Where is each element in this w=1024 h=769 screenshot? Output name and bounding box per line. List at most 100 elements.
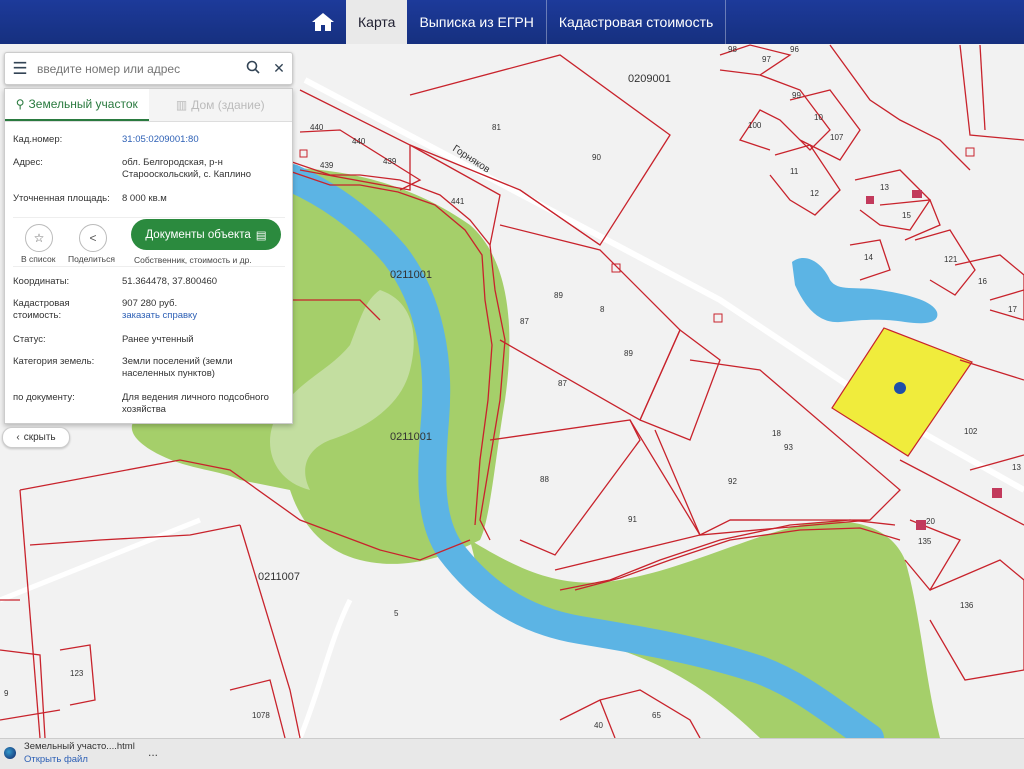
status-row: Статус: Ранее учтенный <box>13 334 285 348</box>
cadastral-cost-row: Кадастровая стоимость: 907 280 руб. зака… <box>13 298 285 324</box>
main-nav: Карта Выписка из ЕГРН Кадастровая стоимо… <box>300 0 727 44</box>
hide-label: скрыть <box>23 432 56 443</box>
parcel-label: 20 <box>926 517 935 526</box>
search-icon[interactable] <box>240 60 266 77</box>
share-icon: < <box>89 231 97 245</box>
parcel-label: 96 <box>790 45 799 54</box>
quarter-label-0211007: 0211007 <box>258 571 300 583</box>
order-certificate-link[interactable]: заказать справку <box>122 310 287 322</box>
parcel-label: 92 <box>728 477 737 486</box>
location-marker[interactable] <box>894 382 906 394</box>
parcel-label: 12 <box>810 189 819 198</box>
star-icon: ☆ <box>33 231 45 245</box>
area-value: 8 000 кв.м <box>122 193 167 204</box>
download-file-name: Земельный участо....html <box>24 741 135 752</box>
parcel-label: 93 <box>784 443 793 452</box>
parcel-label: 88 <box>540 475 549 484</box>
map-pin-icon: ⚲ <box>15 97 25 111</box>
more-options-icon[interactable]: ... <box>148 745 158 759</box>
status-value: Ранее учтенный <box>122 334 194 345</box>
land-category-value: Земли поселений (земли населенных пункто… <box>122 356 233 379</box>
parcel-label: 123 <box>70 669 84 678</box>
permitted-use-row: по документу: Для ведения личного подсоб… <box>13 392 285 418</box>
parcel-label: 13 <box>880 183 889 192</box>
area-row: Уточненная площадь: 8 000 кв.м <box>13 193 285 207</box>
field-label: Кадастровая стоимость: <box>13 298 70 321</box>
parcel-label: 102 <box>964 427 978 436</box>
docs-button-label: Документы объекта <box>145 228 251 241</box>
land-category-row: Категория земель: Земли поселений (земли… <box>13 356 285 382</box>
cadastral-number-row: Кад.номер: 31:05:0209001:80 <box>13 134 285 148</box>
parcel-label: 18 <box>772 429 781 438</box>
search-bar: ☰ ✕ <box>4 52 293 85</box>
tab-building[interactable]: ▥ Дом (здание) <box>148 89 292 121</box>
chevron-left-icon: ‹ <box>16 432 20 443</box>
parcel-label: 65 <box>652 711 661 720</box>
tab-cadastral-value[interactable]: Кадастровая стоимость <box>547 0 727 44</box>
parcel-label: 10 <box>814 113 823 122</box>
parcel-label: 439 <box>320 161 334 170</box>
cadastral-number-value[interactable]: 31:05:0209001:80 <box>122 134 287 146</box>
tab-egrn-extract[interactable]: Выписка из ЕГРН <box>407 0 547 44</box>
parcel-label: 40 <box>594 721 603 730</box>
parcel-label: 5 <box>394 609 399 618</box>
parcel-label: 100 <box>748 121 762 130</box>
share-button[interactable]: < <box>79 224 107 252</box>
parcel-label: 1078 <box>252 711 270 720</box>
top-navigation-bar: Карта Выписка из ЕГРН Кадастровая стоимо… <box>0 0 1024 44</box>
download-item[interactable]: Земельный участо....html Открыть файл ..… <box>4 741 169 767</box>
field-label: Кад.номер: <box>13 134 63 145</box>
parcel-label: 136 <box>960 601 974 610</box>
quarter-label-0211001: 0211001 <box>390 269 432 281</box>
field-label: Статус: <box>13 334 46 345</box>
menu-icon[interactable]: ☰ <box>5 59 35 79</box>
parcel-label: 89 <box>554 291 563 300</box>
tab-land-plot[interactable]: ⚲ Земельный участок <box>5 89 149 121</box>
permitted-use-value: Для ведения личного подсобного хозяйства <box>122 392 269 415</box>
parcel-label: 91 <box>628 515 637 524</box>
parcel-label: 8 <box>600 305 605 314</box>
parcel-label: 81 <box>492 123 501 132</box>
parcel-label: 441 <box>451 197 465 206</box>
pond <box>792 258 938 324</box>
panel-actions: ☆ В список < Поделиться Документы объект… <box>13 217 285 267</box>
building-icon: ▥ <box>175 98 188 112</box>
parcel-label: 440 <box>310 123 324 132</box>
parcel-label: 87 <box>558 379 567 388</box>
tab-map[interactable]: Карта <box>346 0 408 44</box>
parcel-label: 440 <box>352 137 366 146</box>
parcel-label: 439 <box>383 157 397 166</box>
add-to-list-label: В список <box>21 254 56 264</box>
field-label: по документу: <box>13 392 75 403</box>
close-icon[interactable]: ✕ <box>266 60 292 77</box>
tab-label: Дом (здание) <box>191 98 265 112</box>
parcel-label: 9 <box>4 689 9 698</box>
add-to-list-button[interactable]: ☆ <box>25 224 53 252</box>
tab-label: Земельный участок <box>28 97 138 111</box>
share-label: Поделиться <box>68 254 115 264</box>
parcel-label: 135 <box>918 537 932 546</box>
document-icon: ▤ <box>255 229 267 242</box>
parcel-label: 16 <box>978 277 987 286</box>
coordinates-row: Координаты: 51.364478, 37.800460 <box>13 276 285 290</box>
open-file-link[interactable]: Открыть файл <box>24 754 88 765</box>
browser-icon <box>4 747 16 759</box>
parcel-label: 14 <box>864 253 873 262</box>
coordinates-value: 51.364478, 37.800460 <box>122 276 218 287</box>
field-label: Адрес: <box>13 157 43 168</box>
hide-panel-button[interactable]: ‹ скрыть <box>2 427 70 448</box>
docs-subtitle: Собственник, стоимость и др. <box>134 255 252 265</box>
parcel-label: 121 <box>944 255 958 264</box>
parcel-label: 90 <box>592 153 601 162</box>
quarter-label-0209001: 0209001 <box>628 73 671 85</box>
address-row: Адрес: обл. Белгородская, р-н Старооскол… <box>13 157 285 183</box>
parcel-label: 13 <box>1012 463 1021 472</box>
home-button[interactable] <box>300 0 346 44</box>
search-input[interactable] <box>35 60 240 77</box>
parcel-label: 89 <box>624 349 633 358</box>
object-documents-button[interactable]: Документы объекта ▤ <box>131 219 281 250</box>
cost-value: 907 280 руб. <box>122 298 178 309</box>
download-bar: Земельный участо....html Открыть файл ..… <box>0 738 1024 769</box>
parcel-label: 15 <box>902 211 911 220</box>
parcel-info-panel: ⚲ Земельный участок ▥ Дом (здание) Кад.н… <box>4 88 293 424</box>
